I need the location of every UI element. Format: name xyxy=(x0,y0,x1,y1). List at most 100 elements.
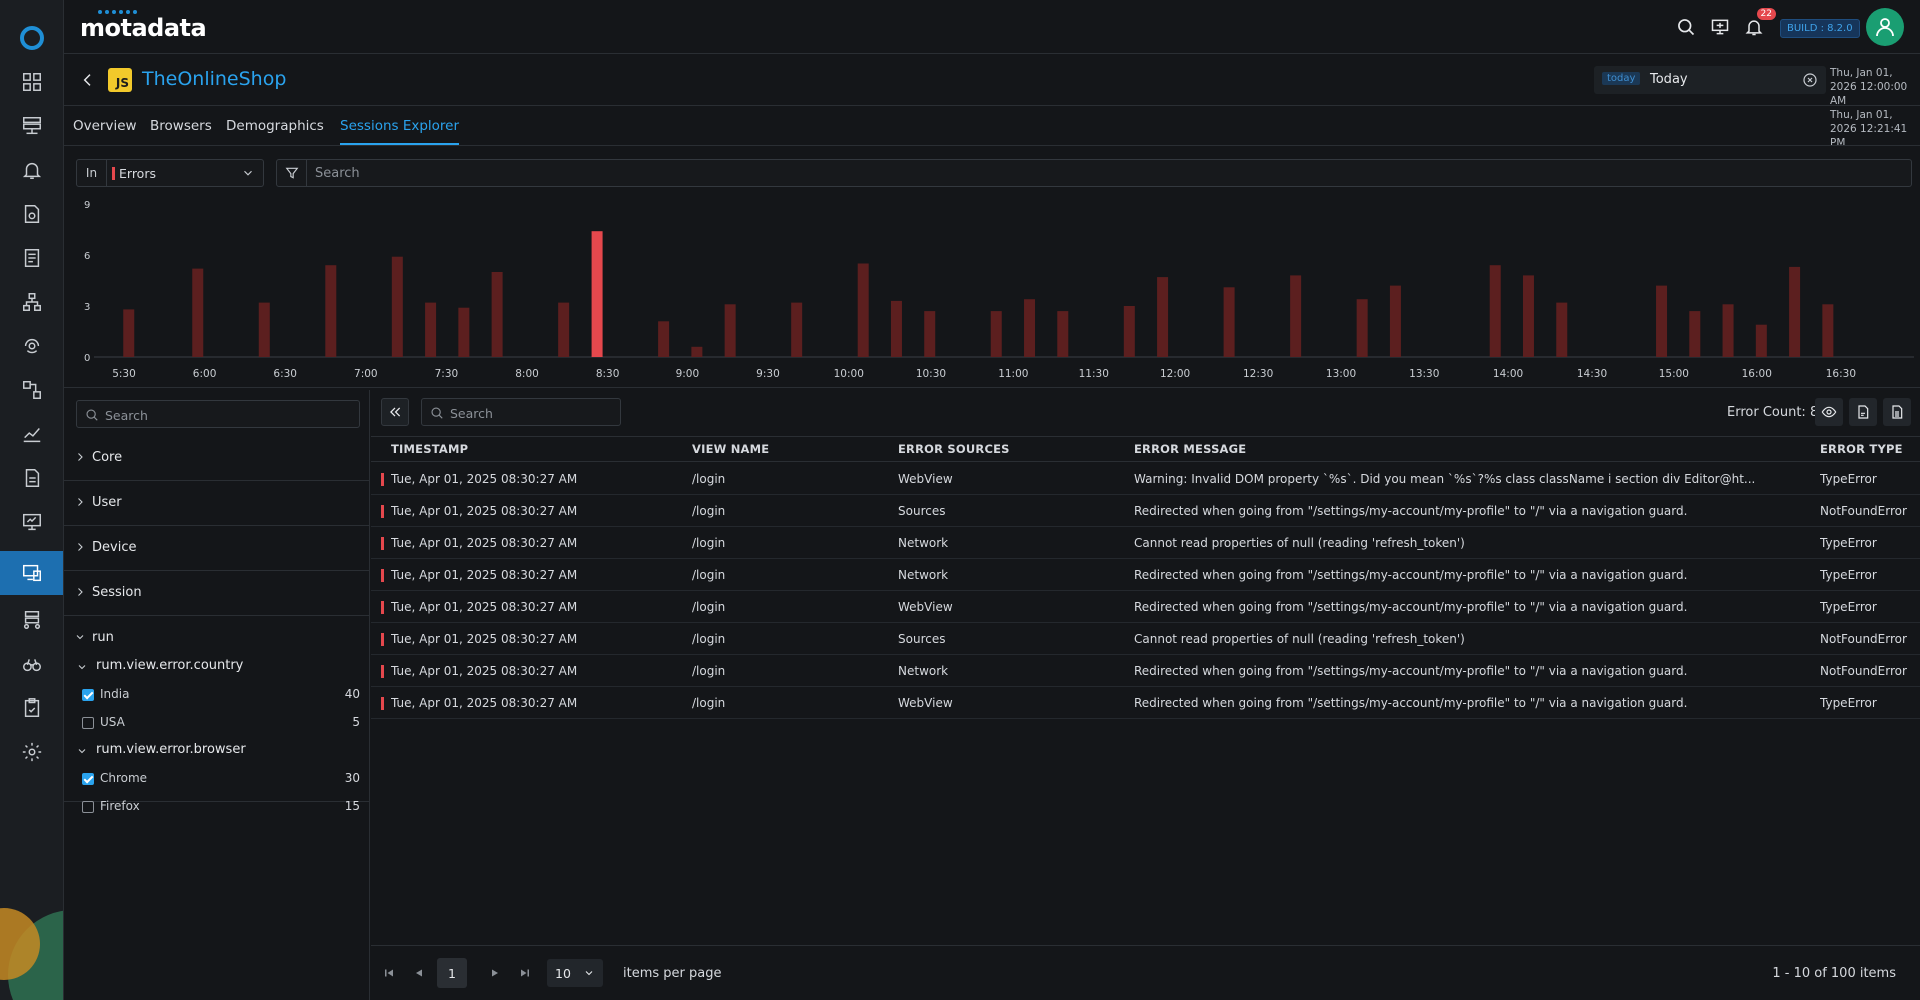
table-row[interactable]: Tue, Apr 01, 2025 08:30:27 AM/login WebVi… xyxy=(371,591,1920,623)
report-icon[interactable] xyxy=(0,456,63,500)
notification-bell-icon[interactable]: 22 xyxy=(1742,8,1776,39)
data-source-selector[interactable]: In Errors xyxy=(76,159,264,187)
column-header[interactable]: TIMESTAMP xyxy=(391,442,468,456)
chart-bar xyxy=(391,256,403,357)
x-tick-label: 16:00 xyxy=(1742,368,1772,380)
tab-overview[interactable]: Overview xyxy=(73,118,137,143)
table-row[interactable]: Tue, Apr 01, 2025 08:30:27 AM/login WebVi… xyxy=(371,463,1920,495)
table-row[interactable]: Tue, Apr 01, 2025 08:30:27 AM/login Sourc… xyxy=(371,495,1920,527)
chevron-down-icon xyxy=(78,665,86,670)
column-header[interactable]: VIEW NAME xyxy=(692,442,769,456)
settings-gear-icon[interactable] xyxy=(0,730,63,774)
tab-browsers[interactable]: Browsers xyxy=(150,118,212,143)
column-header[interactable]: ERROR MESSAGE xyxy=(1134,442,1246,456)
export-csv-button[interactable] xyxy=(1883,398,1911,426)
y-tick-label: 0 xyxy=(84,353,90,364)
prev-page-icon[interactable] xyxy=(409,963,429,983)
tab-sessions-explorer[interactable]: Sessions Explorer xyxy=(340,118,460,145)
collapse-panel-button[interactable] xyxy=(381,398,409,426)
first-page-icon[interactable] xyxy=(379,963,399,983)
x-tick-label: 14:00 xyxy=(1493,368,1523,380)
y-tick-label: 3 xyxy=(84,302,90,313)
rum-sessions-icon[interactable] xyxy=(0,551,63,595)
facet-group-session[interactable]: Session xyxy=(64,571,370,616)
facet-search-input[interactable] xyxy=(105,406,345,424)
chevron-down-icon[interactable] xyxy=(74,631,86,643)
checkbox-checked[interactable] xyxy=(82,773,94,785)
cell-error-type: TypeError xyxy=(1820,696,1877,710)
facet-option-chrome[interactable]: Chrome 30 xyxy=(82,770,360,788)
table-row[interactable]: Tue, Apr 01, 2025 08:30:27 AM/login Netwo… xyxy=(371,559,1920,591)
chart-bar xyxy=(1789,266,1801,357)
flow-icon[interactable] xyxy=(0,368,63,412)
chevron-right-icon xyxy=(78,498,83,506)
service-map-icon[interactable] xyxy=(0,598,63,642)
query-search-input[interactable] xyxy=(315,164,1875,182)
apm-icon[interactable] xyxy=(0,192,63,236)
checkbox-checked[interactable] xyxy=(82,689,94,701)
chevron-right-icon xyxy=(78,453,83,461)
cell-error-type: NotFoundError xyxy=(1820,664,1907,678)
chart-bar xyxy=(1290,275,1302,357)
chart-bar xyxy=(325,265,337,357)
cell-timestamp: Tue, Apr 01, 2025 08:30:27 AM xyxy=(391,696,578,710)
cell-error-source: Sources xyxy=(898,632,946,646)
facet-group-core[interactable]: Core xyxy=(64,436,370,481)
checkbox-unchecked[interactable] xyxy=(82,801,94,813)
product-logo-icon[interactable] xyxy=(20,26,44,50)
table-row[interactable]: Tue, Apr 01, 2025 08:30:27 AM/login Netwo… xyxy=(371,527,1920,559)
screen-share-icon[interactable] xyxy=(1708,15,1732,39)
search-icon[interactable] xyxy=(1674,15,1698,39)
tab-demographics[interactable]: Demographics xyxy=(226,118,324,143)
dashboard-icon[interactable] xyxy=(0,60,63,104)
cell-error-source: Network xyxy=(898,536,949,550)
log-icon[interactable] xyxy=(0,236,63,280)
facet-group-device[interactable]: Device xyxy=(64,526,370,571)
topology-icon[interactable] xyxy=(0,280,63,324)
alert-bell-icon[interactable] xyxy=(0,148,63,192)
export-pdf-button[interactable] xyxy=(1849,398,1877,426)
binoculars-icon[interactable] xyxy=(0,642,63,686)
facet-option-count: 40 xyxy=(344,687,360,701)
next-page-icon[interactable] xyxy=(485,963,505,983)
network-icon[interactable] xyxy=(0,324,63,368)
error-severity-marker xyxy=(381,601,384,614)
cell-error-message: Cannot read properties of null (reading … xyxy=(1134,632,1465,646)
table-row[interactable]: Tue, Apr 01, 2025 08:30:27 AM/login Netwo… xyxy=(371,655,1920,687)
cell-timestamp: Tue, Apr 01, 2025 08:30:27 AM xyxy=(391,472,578,486)
checkbox-unchecked[interactable] xyxy=(82,717,94,729)
cell-error-source: WebView xyxy=(898,600,953,614)
query-search-bar xyxy=(276,159,1912,187)
grid-search-input[interactable] xyxy=(450,404,610,422)
current-page[interactable]: 1 xyxy=(437,958,467,988)
cell-timestamp: Tue, Apr 01, 2025 08:30:27 AM xyxy=(391,536,578,550)
audit-icon[interactable] xyxy=(0,686,63,730)
facet-group-user[interactable]: User xyxy=(64,481,370,526)
clear-time-icon[interactable] xyxy=(1802,72,1818,88)
cell-error-message: Redirected when going from "/settings/my… xyxy=(1134,568,1688,582)
last-page-icon[interactable] xyxy=(515,963,535,983)
eye-icon xyxy=(1821,406,1837,418)
x-tick-label: 6:30 xyxy=(273,368,297,380)
facet-option-india[interactable]: India 40 xyxy=(82,686,360,704)
back-arrow-icon[interactable] xyxy=(76,68,100,92)
table-row[interactable]: Tue, Apr 01, 2025 08:30:27 AM/login WebVi… xyxy=(371,687,1920,719)
filter-icon[interactable] xyxy=(277,160,307,186)
facet-option-usa[interactable]: USA 5 xyxy=(82,714,360,732)
facet-group-label[interactable]: run xyxy=(92,630,114,645)
rum-screen-icon[interactable] xyxy=(0,500,63,544)
brand-logo[interactable]: motadata xyxy=(80,14,207,42)
chart-bar xyxy=(1822,304,1834,357)
chevron-right-icon xyxy=(78,543,83,551)
facet-option-firefox[interactable]: Firefox 15 xyxy=(82,798,360,816)
page-size-select[interactable]: 10 xyxy=(547,959,603,987)
table-row[interactable]: Tue, Apr 01, 2025 08:30:27 AM/login Sourc… xyxy=(371,623,1920,655)
column-header[interactable]: ERROR TYPE xyxy=(1820,442,1903,456)
time-range-selector[interactable]: today Today xyxy=(1594,66,1826,94)
x-tick-label: 6:00 xyxy=(193,368,217,380)
monitor-icon[interactable] xyxy=(0,104,63,148)
view-columns-button[interactable] xyxy=(1815,398,1843,426)
metric-explorer-icon[interactable] xyxy=(0,412,63,456)
user-avatar[interactable] xyxy=(1866,8,1904,46)
column-header[interactable]: ERROR SOURCES xyxy=(898,442,1010,456)
